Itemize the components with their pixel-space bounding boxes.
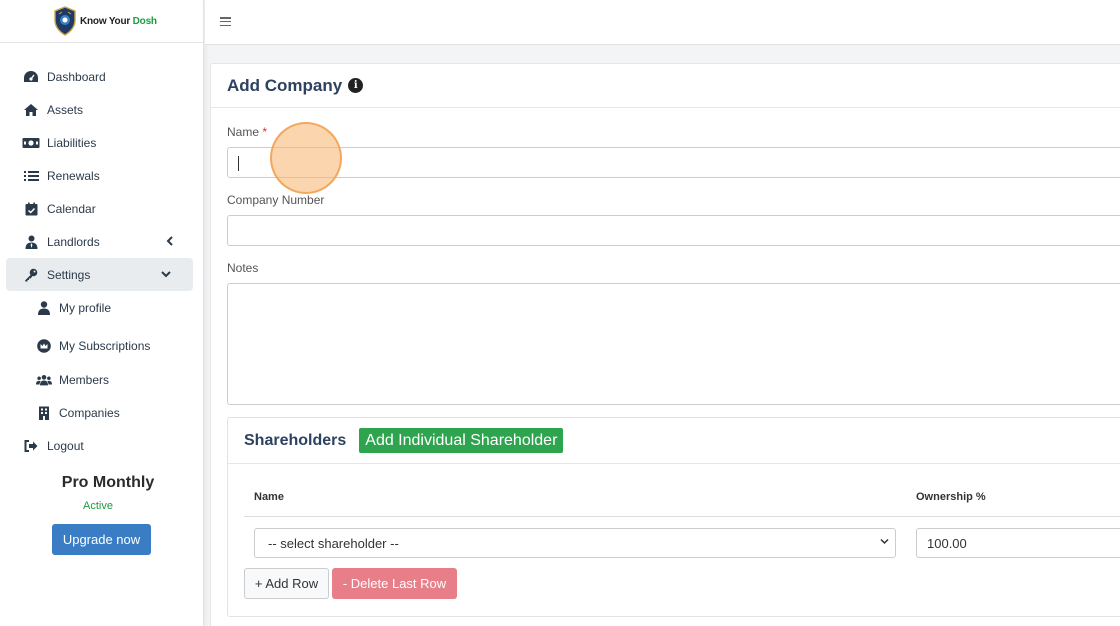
brand[interactable]: Know Your Dosh [0,0,203,43]
sidebar-subitem-label: My Subscriptions [59,338,151,353]
click-indicator [270,122,342,194]
sidebar-item-calendar[interactable]: Calendar [6,192,193,225]
company-number-input[interactable] [227,215,1120,246]
sidebar-item-label: Renewals [47,168,100,183]
shareholders-panel: Shareholders Add Individual Shareholder … [227,417,1120,617]
sidebar: Know Your Dosh Dashboard Assets Liabilit… [0,0,204,626]
upgrade-button[interactable]: Upgrade now [52,524,151,555]
crown-icon [36,338,52,353]
plan-panel: Pro Monthly Active Upgrade now [0,474,204,555]
sidebar-item-dashboard[interactable]: Dashboard [6,60,193,93]
key-icon [22,268,40,282]
sidebar-item-label: Logout [47,439,84,453]
ownership-input[interactable]: 100.00 [916,528,1120,558]
sidebar-item-logout[interactable]: Logout [6,433,193,459]
chevron-down-icon [880,538,889,545]
shareholder-select-value: -- select shareholder -- [268,535,399,551]
chevron-left-icon[interactable] [166,236,173,246]
text-cursor [238,156,239,171]
users-icon [36,373,52,387]
calendar-check-icon [22,202,40,216]
company-number-label: Company Number [227,193,325,207]
money-icon [22,136,40,150]
page-title: Add Company [227,75,343,95]
column-header-name: Name [254,491,284,503]
sidebar-item-renewals[interactable]: Renewals [6,159,193,192]
list-icon [22,169,40,183]
building-icon [36,406,52,420]
info-icon[interactable]: i [348,78,364,93]
hamburger-menu-icon[interactable] [220,17,231,27]
shareholders-header: Shareholders Add Individual Shareholder [228,418,1120,464]
add-company-card: Add Company i Name * Company Number Note… [210,63,1120,626]
sidebar-subitem-label: Companies [59,406,120,420]
shareholders-title: Shareholders [244,431,347,449]
sidebar-subitem-my-subscriptions[interactable]: My Subscriptions [6,324,193,367]
add-row-button[interactable]: + Add Row [244,568,329,599]
user-tie-icon [22,235,40,249]
user-icon [36,300,52,315]
sidebar-subitem-members[interactable]: Members [6,367,193,393]
chevron-down-icon[interactable] [161,271,171,278]
sidebar-item-landlords[interactable]: Landlords [6,225,193,258]
name-input[interactable] [227,147,1120,178]
dashboard-icon [22,70,40,84]
brand-name: Know Your Dosh [80,15,157,27]
sidebar-item-label: Assets [47,102,84,117]
sidebar-item-label: Dashboard [47,69,106,84]
topbar [205,0,1120,45]
plan-name: Pro Monthly [61,474,155,491]
sidebar-item-assets[interactable]: Assets [6,93,193,126]
sidebar-item-label: Liabilities [47,135,97,150]
table-header-divider [244,516,1120,517]
sidebar-subitem-label: Members [59,373,110,387]
name-label: Name * [227,125,268,139]
delete-last-row-button[interactable]: - Delete Last Row [332,568,457,599]
home-icon [22,103,40,117]
sidebar-item-liabilities[interactable]: Liabilities [6,126,193,159]
sidebar-subitem-label: My profile [59,300,112,315]
sign-out-icon [22,439,40,453]
shield-logo-icon [54,6,76,36]
sidebar-item-settings[interactable]: Settings [6,258,193,291]
sidebar-item-label: Calendar [47,201,96,216]
card-header: Add Company i [211,64,1120,108]
notes-label: Notes [227,261,259,275]
sidebar-subitem-my-profile[interactable]: My profile [6,291,193,324]
sidebar-item-label: Landlords [47,234,100,249]
shareholder-select[interactable]: -- select shareholder -- [254,528,896,558]
sidebar-item-label: Settings [47,267,91,282]
required-marker: * [262,125,268,139]
notes-textarea[interactable] [227,283,1120,405]
column-header-ownership: Ownership % [916,491,986,503]
add-individual-shareholder-button[interactable]: Add Individual Shareholder [359,428,564,453]
plan-status: Active [83,500,113,512]
sidebar-subitem-companies[interactable]: Companies [6,393,193,433]
sidebar-nav: Dashboard Assets Liabilities Renewals Ca… [6,60,193,459]
